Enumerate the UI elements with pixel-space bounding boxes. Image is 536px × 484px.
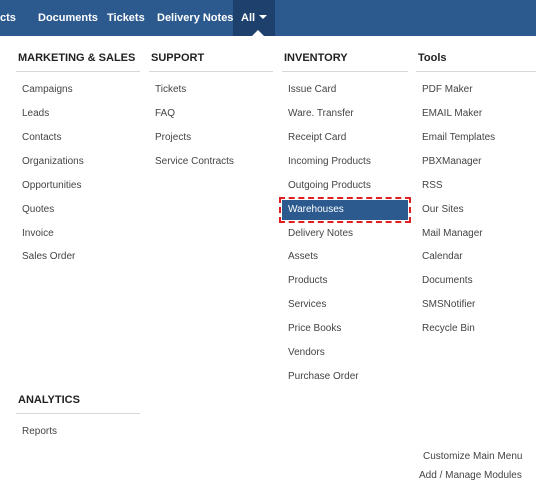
menu-item-sales-order[interactable]: Sales Order [16, 247, 75, 267]
menu-item-products[interactable]: Products [282, 271, 327, 291]
menu-item-leads[interactable]: Leads [16, 104, 49, 124]
menu-item-warehouses[interactable]: Warehouses [279, 197, 411, 223]
add-manage-modules-link[interactable]: Add / Manage Modules [419, 470, 522, 481]
menu-item-faq[interactable]: FAQ [149, 104, 175, 124]
menu-item-services[interactable]: Services [282, 295, 326, 315]
menu-item-price-books[interactable]: Price Books [282, 319, 341, 339]
menu-item-our-sites[interactable]: Our Sites [416, 200, 464, 220]
menu-column-analytics: ANALYTICS [16, 386, 140, 414]
menu-item-pbxmanager[interactable]: PBXManager [416, 152, 481, 172]
menu-item-assets[interactable]: Assets [282, 247, 318, 267]
menu-item-issue-card[interactable]: Issue Card [282, 80, 336, 100]
menu-column-marketing: MARKETING & SALES [16, 44, 140, 72]
menu-item-invoice[interactable]: Invoice [16, 224, 54, 244]
tab-contacts[interactable]: cts [0, 0, 16, 36]
menu-column-inventory: INVENTORY [282, 44, 408, 72]
menu-item-incoming-products[interactable]: Incoming Products [282, 152, 371, 172]
menu-item-opportunities[interactable]: Opportunities [16, 176, 81, 196]
menu-item-mail-manager[interactable]: Mail Manager [416, 224, 483, 244]
tab-delivery-notes[interactable]: Delivery Notes [149, 0, 241, 36]
menu-item-email-maker[interactable]: EMAIL Maker [416, 104, 482, 124]
menu-item-receipt-card[interactable]: Receipt Card [282, 128, 346, 148]
menu-item-email-templates[interactable]: Email Templates [416, 128, 495, 148]
menu-item-outgoing-products[interactable]: Outgoing Products [282, 176, 371, 196]
menu-heading-tools: Tools [416, 44, 536, 72]
menu-item-documents[interactable]: Documents [416, 271, 473, 291]
menu-item-projects[interactable]: Projects [149, 128, 191, 148]
menu-item-reports[interactable]: Reports [16, 422, 57, 442]
menu-item-tickets[interactable]: Tickets [149, 80, 186, 100]
menu-item-pdf-maker[interactable]: PDF Maker [416, 80, 473, 100]
menu-heading-inventory: INVENTORY [282, 44, 408, 72]
menu-item-organizations[interactable]: Organizations [16, 152, 84, 172]
menu-heading-marketing: MARKETING & SALES [16, 44, 140, 72]
menu-item-calendar[interactable]: Calendar [416, 247, 463, 267]
tab-tickets[interactable]: Tickets [107, 0, 145, 36]
menu-item-rss[interactable]: RSS [416, 176, 443, 196]
chevron-down-icon [259, 15, 268, 20]
menu-item-service-contracts[interactable]: Service Contracts [149, 152, 234, 172]
menu-heading-support: SUPPORT [149, 44, 273, 72]
tab-all-label: All [241, 12, 256, 24]
menu-item-ware-transfer[interactable]: Ware. Transfer [282, 104, 354, 124]
dropdown-pointer [252, 30, 264, 36]
menu-column-support: SUPPORT [149, 44, 273, 72]
customize-main-menu-link[interactable]: Customize Main Menu [423, 451, 522, 462]
tab-documents[interactable]: Documents [38, 0, 98, 36]
menu-item-purchase-order[interactable]: Purchase Order [282, 367, 359, 387]
menu-item-delivery-notes[interactable]: Delivery Notes [282, 224, 353, 244]
menu-item-smsnotifier[interactable]: SMSNotifier [416, 295, 475, 315]
menu-heading-analytics: ANALYTICS [16, 386, 140, 414]
menu-item-contacts[interactable]: Contacts [16, 128, 61, 148]
menu-item-recycle-bin[interactable]: Recycle Bin [416, 319, 475, 339]
top-nav-bar: cts Documents Tickets Delivery Notes All [0, 0, 536, 36]
menu-item-campaigns[interactable]: Campaigns [16, 80, 73, 100]
menu-item-vendors[interactable]: Vendors [282, 343, 325, 363]
menu-column-tools: Tools [416, 44, 536, 72]
menu-item-quotes[interactable]: Quotes [16, 200, 54, 220]
